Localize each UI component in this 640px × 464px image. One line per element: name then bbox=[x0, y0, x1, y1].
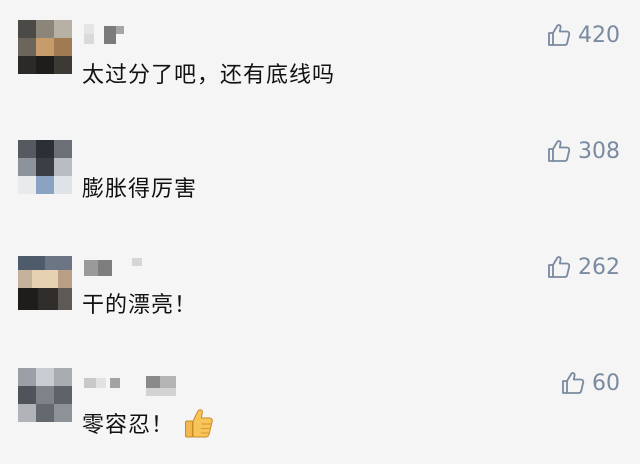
comment-text: 干的漂亮！ bbox=[82, 293, 198, 318]
avatar[interactable] bbox=[18, 20, 72, 74]
like-button[interactable]: 262 bbox=[546, 254, 620, 280]
avatar[interactable] bbox=[18, 140, 72, 194]
comment-item: 太过分了吧，还有底线吗 420 bbox=[0, 0, 640, 116]
username-redacted[interactable] bbox=[82, 376, 182, 398]
comment-item: 零容忍！ 60 bbox=[0, 348, 640, 464]
thumbs-up-outline-icon bbox=[548, 140, 571, 162]
comment-text: 膨胀得厉害 bbox=[82, 177, 198, 202]
avatar[interactable] bbox=[18, 368, 72, 422]
like-count: 262 bbox=[578, 254, 620, 280]
avatar[interactable] bbox=[18, 256, 72, 310]
like-count: 60 bbox=[592, 370, 620, 396]
username-redacted[interactable] bbox=[82, 24, 132, 46]
like-button[interactable]: 60 bbox=[560, 370, 620, 396]
like-count: 308 bbox=[578, 138, 620, 164]
comment-text-label: 零容忍！ bbox=[82, 413, 175, 438]
thumbs-up-emoji-icon bbox=[185, 409, 213, 438]
thumbs-up-outline-icon bbox=[548, 24, 571, 46]
username-redacted[interactable] bbox=[82, 256, 152, 278]
comment-item: 膨胀得厉害 308 bbox=[0, 116, 640, 232]
thumbs-up-outline-icon bbox=[548, 256, 571, 278]
like-button[interactable]: 308 bbox=[546, 138, 620, 164]
comment-text: 太过分了吧，还有底线吗 bbox=[82, 63, 336, 88]
comment-list: 太过分了吧，还有底线吗 420 膨胀得厉害 308 干的漂亮！ 262 零容忍！… bbox=[0, 0, 640, 462]
like-button[interactable]: 420 bbox=[546, 22, 620, 48]
comment-item: 干的漂亮！ 262 bbox=[0, 232, 640, 348]
thumbs-up-outline-icon bbox=[562, 372, 585, 394]
comment-text: 零容忍！ bbox=[82, 406, 214, 440]
like-count: 420 bbox=[578, 22, 620, 48]
